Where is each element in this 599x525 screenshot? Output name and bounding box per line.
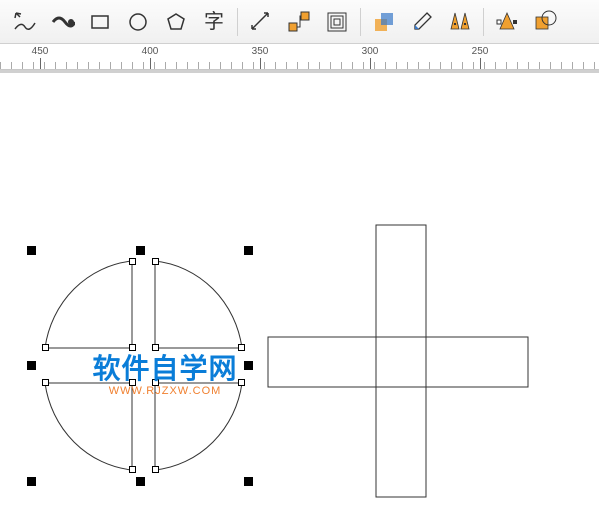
node-handle[interactable]	[129, 344, 136, 351]
selection-handle[interactable]	[136, 477, 145, 486]
selection-handle[interactable]	[244, 361, 253, 370]
ruler-label: 400	[142, 46, 159, 57]
dimension-tool-icon[interactable]	[243, 5, 279, 39]
eyedropper-tool-icon[interactable]	[404, 5, 440, 39]
toolbar-separator	[360, 8, 361, 36]
freehand-tool-icon[interactable]	[6, 5, 42, 39]
node-handle[interactable]	[129, 379, 136, 386]
selection-handle[interactable]	[136, 246, 145, 255]
toolbar-separator	[237, 8, 238, 36]
rectangle-tool-icon[interactable]	[82, 5, 118, 39]
node-handle[interactable]	[152, 379, 159, 386]
node-handle[interactable]	[152, 258, 159, 265]
interactive-fill-tool-icon[interactable]	[442, 5, 478, 39]
ruler-label: 350	[252, 46, 269, 57]
ruler-label: 450	[32, 46, 49, 57]
node-handle[interactable]	[129, 466, 136, 473]
smart-fill-tool-icon[interactable]	[527, 5, 563, 39]
node-handle[interactable]	[238, 379, 245, 386]
selection-handle[interactable]	[27, 361, 36, 370]
node-handle[interactable]	[42, 379, 49, 386]
selection-handle[interactable]	[27, 246, 36, 255]
ellipse-tool-icon[interactable]	[120, 5, 156, 39]
toolbar: 字	[0, 0, 599, 44]
effects-tool-icon[interactable]	[366, 5, 402, 39]
polygon-tool-icon[interactable]	[158, 5, 194, 39]
node-handle[interactable]	[238, 344, 245, 351]
connector-tool-icon[interactable]	[281, 5, 317, 39]
spiral-tool-icon[interactable]	[319, 5, 355, 39]
toolbar-separator	[483, 8, 484, 36]
artistic-media-tool-icon[interactable]	[44, 5, 80, 39]
node-handle[interactable]	[129, 258, 136, 265]
selection-handle[interactable]	[244, 477, 253, 486]
svg-text:字: 字	[204, 10, 224, 33]
ruler-label: 250	[472, 46, 489, 57]
transparency-tool-icon[interactable]	[489, 5, 525, 39]
horizontal-ruler[interactable]: 450 400 350 300 250	[0, 44, 599, 70]
quartered-circle[interactable]	[40, 256, 250, 470]
selection-handle[interactable]	[27, 477, 36, 486]
node-handle[interactable]	[152, 466, 159, 473]
text-tool-icon[interactable]: 字	[196, 5, 232, 39]
node-handle[interactable]	[42, 344, 49, 351]
cross-shape[interactable]	[268, 221, 528, 501]
ruler-label: 300	[362, 46, 379, 57]
node-handle[interactable]	[152, 344, 159, 351]
selection-handle[interactable]	[244, 246, 253, 255]
drawing-canvas[interactable]: 软件自学网 WWW.RJZXW.COM	[0, 73, 599, 525]
